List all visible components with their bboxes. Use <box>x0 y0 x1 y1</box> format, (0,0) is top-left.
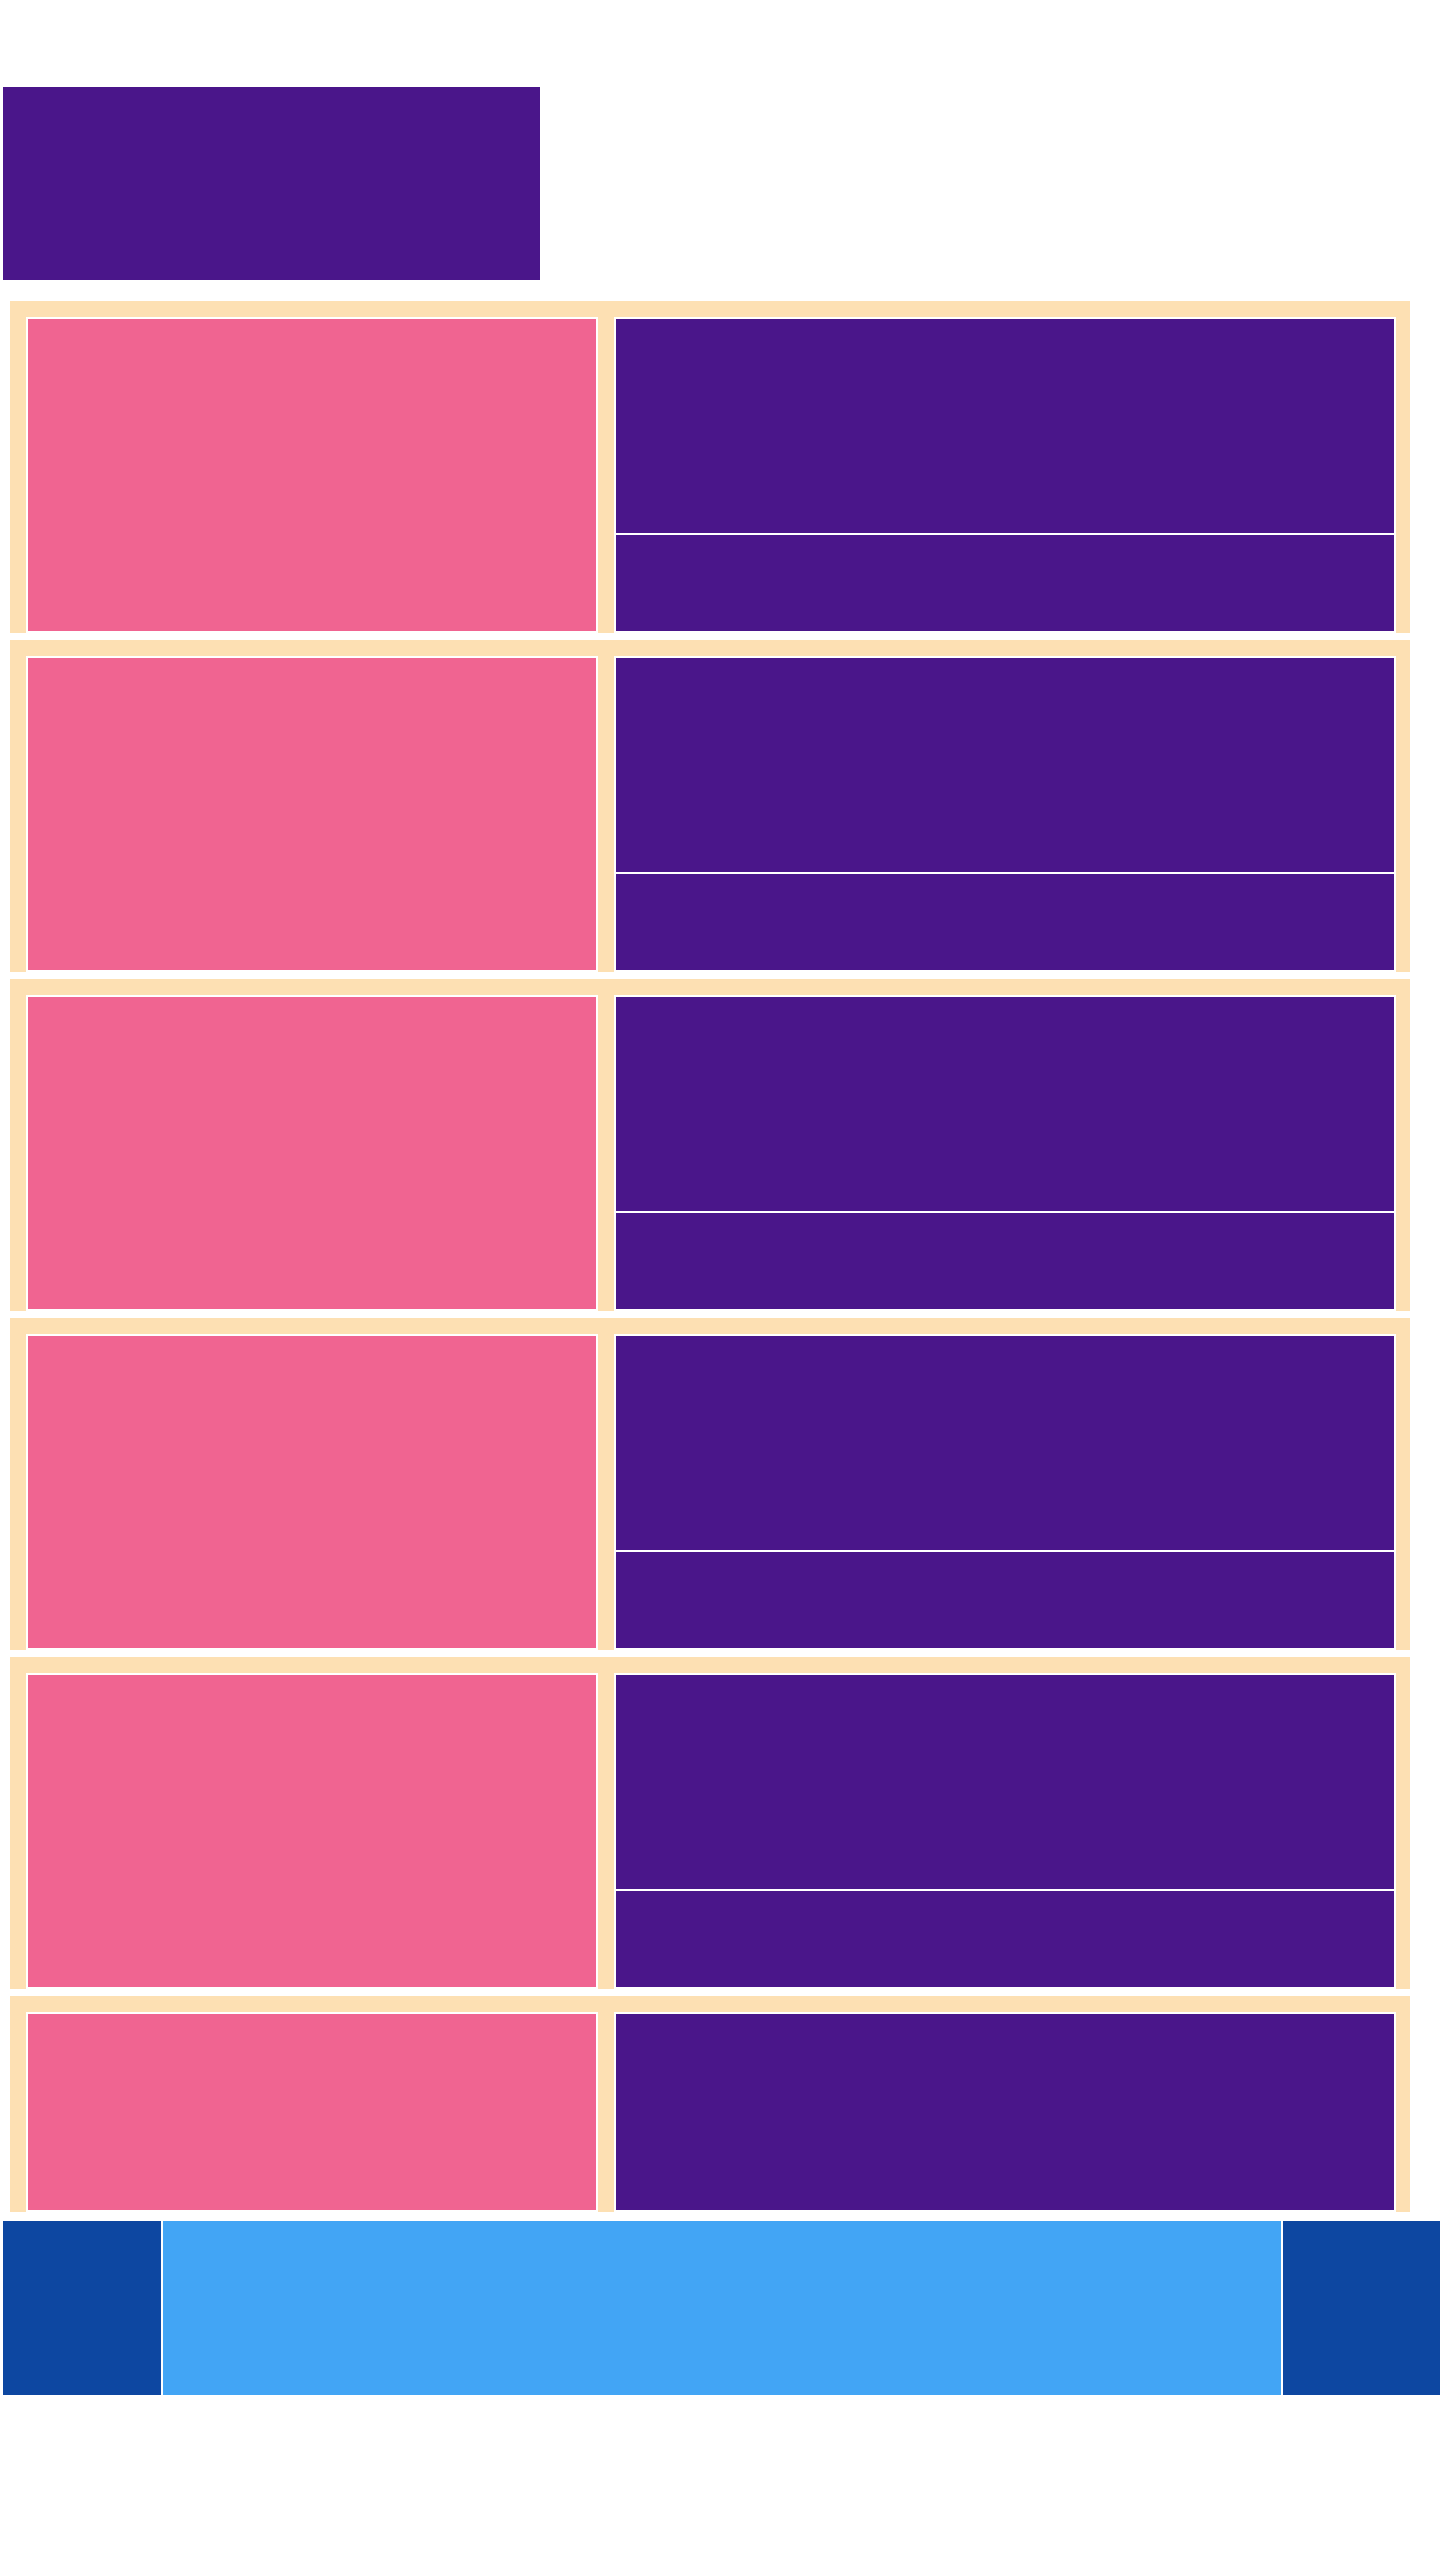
row-image <box>26 1334 598 1650</box>
row-image <box>26 317 598 633</box>
row-title-block <box>614 656 1396 874</box>
list-row[interactable] <box>10 1657 1410 1989</box>
row-subtitle-block <box>614 1211 1396 1311</box>
footer-left-button[interactable] <box>3 2221 161 2395</box>
list-row[interactable] <box>10 640 1410 972</box>
footer-center-button[interactable] <box>163 2221 1281 2395</box>
list-row[interactable] <box>10 1996 1410 2212</box>
row-title-block <box>614 2012 1396 2212</box>
row-title-block <box>614 317 1396 535</box>
bottom-bar <box>0 2221 1440 2395</box>
row-title-block <box>614 1673 1396 1891</box>
row-subtitle-block <box>614 1889 1396 1989</box>
list-row[interactable] <box>10 979 1410 1311</box>
list-row[interactable] <box>10 1318 1410 1650</box>
row-image <box>26 656 598 972</box>
row-subtitle-block <box>614 533 1396 633</box>
list-row[interactable] <box>10 301 1410 633</box>
row-image <box>26 1673 598 1989</box>
row-subtitle-block <box>614 1550 1396 1650</box>
row-subtitle-block <box>614 872 1396 972</box>
header-block <box>3 87 540 280</box>
row-title-block <box>614 995 1396 1213</box>
row-image <box>26 995 598 1311</box>
row-title-block <box>614 1334 1396 1552</box>
row-image <box>26 2012 598 2212</box>
footer-right-button[interactable] <box>1283 2221 1440 2395</box>
